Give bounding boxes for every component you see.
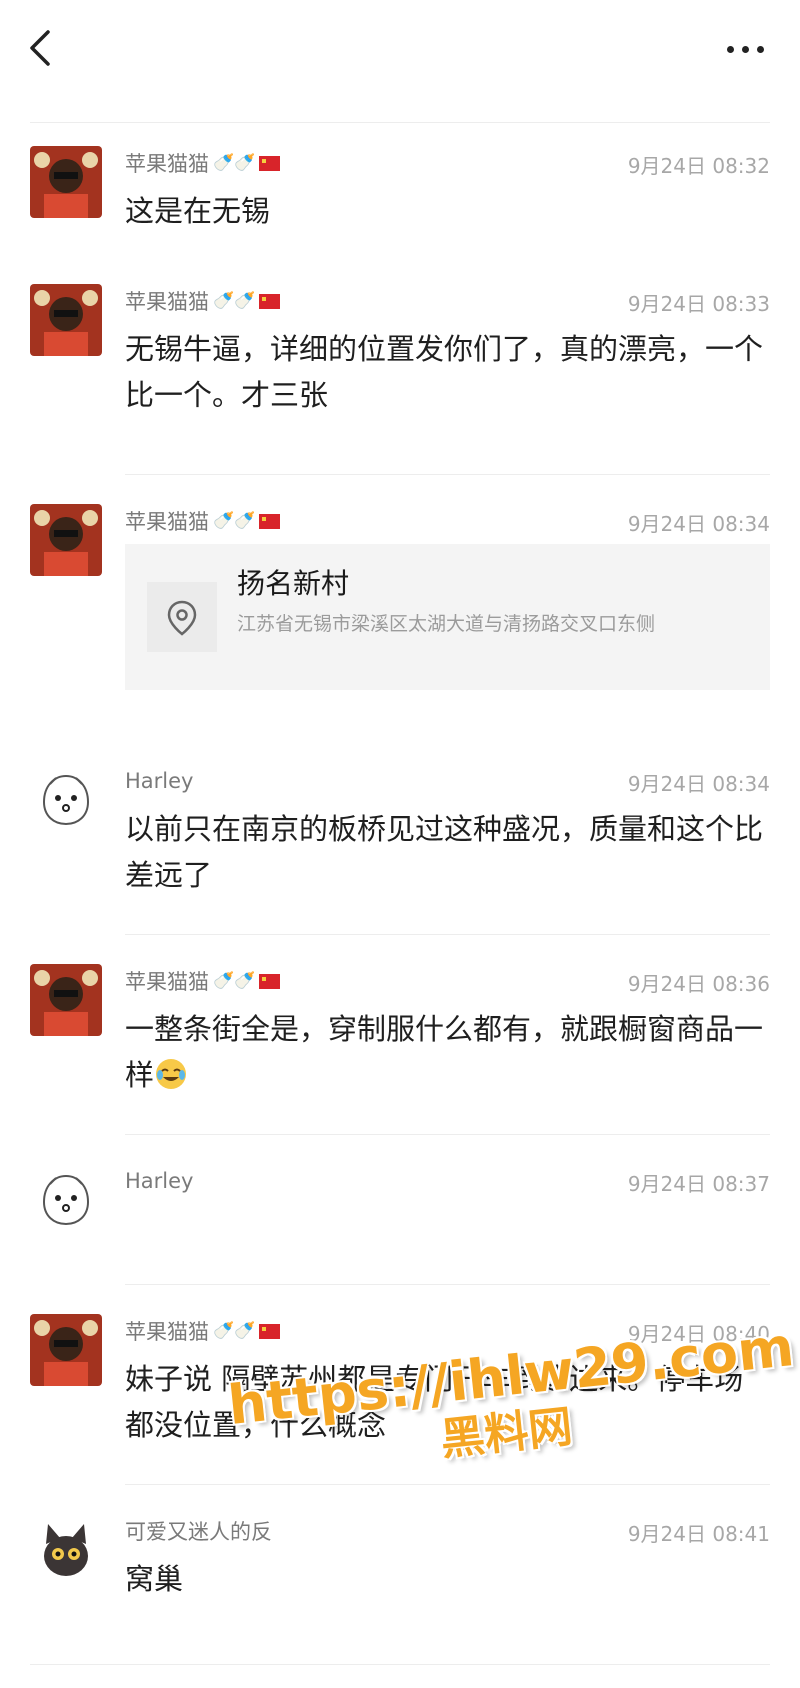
comment-item: 苹果猫猫 🍼🍼 9月24日 08:34 扬名新村 江苏省无锡市梁溪区太湖大道与清…: [0, 504, 800, 704]
comment-item: 苹果猫猫 🍼🍼 9月24日 08:33 无锡牛逼，详细的位置发你们了，真的漂亮，…: [0, 284, 800, 434]
bottle-badge-icon: 🍼🍼: [213, 152, 256, 173]
comment-text: 以前只在南京的板桥见过这种盛况，质量和这个比差远了: [125, 812, 764, 892]
divider: [125, 934, 770, 935]
timestamp: 9月24日 08:34: [627, 512, 770, 536]
avatar[interactable]: [30, 1164, 102, 1236]
timestamp: 9月24日 08:32: [627, 154, 770, 178]
avatar[interactable]: [30, 964, 102, 1036]
comment-text-body: 一整条街全是，穿制服什么都有，就跟橱窗商品一样: [125, 1012, 764, 1092]
comment-text: 无锡牛逼，详细的位置发你们了，真的漂亮，一个比一个。才三张: [125, 332, 764, 412]
bottle-badge-icon: 🍼🍼: [213, 510, 256, 531]
author-name[interactable]: 苹果猫猫: [125, 966, 209, 996]
flag-icon: [259, 1323, 281, 1339]
bottle-badge-icon: 🍼🍼: [213, 970, 256, 991]
comment-text: 妹子说 隔壁苏州都是专门开车到这边来。停车场都没位置，什么概念: [125, 1362, 744, 1442]
flag-icon: [259, 155, 281, 171]
divider: [125, 1484, 770, 1485]
comment-item: 苹果猫猫 🍼🍼 9月24日 08:32 这是在无锡: [0, 146, 800, 246]
author-name[interactable]: Harley: [125, 1169, 193, 1193]
avatar[interactable]: [30, 504, 102, 576]
more-dots-icon: [720, 46, 770, 53]
divider: [30, 122, 770, 123]
timestamp: 9月24日 08:34: [627, 772, 770, 796]
timestamp: 9月24日 08:36: [627, 972, 770, 996]
divider: [125, 1284, 770, 1285]
author-name[interactable]: 苹果猫猫: [125, 506, 209, 536]
avatar[interactable]: [30, 284, 102, 356]
flag-icon: [259, 293, 281, 309]
top-bar: [0, 0, 800, 100]
timestamp: 9月24日 08:41: [627, 1522, 770, 1546]
location-address: 江苏省无锡市梁溪区太湖大道与清扬路交叉口东侧: [237, 613, 656, 635]
divider: [30, 1664, 770, 1665]
comment-text: 这是在无锡: [125, 194, 271, 228]
timestamp: 9月24日 08:33: [627, 292, 770, 316]
more-button[interactable]: [720, 30, 770, 66]
location-title: 扬名新村: [237, 567, 350, 600]
comment-item: 苹果猫猫 🍼🍼 9月24日 08:36 一整条街全是，穿制服什么都有，就跟橱窗商…: [0, 964, 800, 1114]
comment-item: 苹果猫猫 🍼🍼 9月24日 08:40 妹子说 隔壁苏州都是专门开车到这边来。停…: [0, 1314, 800, 1464]
location-card[interactable]: 扬名新村 江苏省无锡市梁溪区太湖大道与清扬路交叉口东侧: [125, 544, 770, 690]
avatar[interactable]: [30, 146, 102, 218]
location-pin-icon: [147, 582, 217, 652]
flag-icon: [259, 973, 281, 989]
avatar[interactable]: [30, 1314, 102, 1386]
comment-item: 可爱又迷人的反 9月24日 08:41 窝巢: [0, 1514, 800, 1634]
chevron-left-icon: [30, 30, 50, 66]
bottle-badge-icon: 🍼🍼: [213, 1320, 256, 1341]
laughing-crying-emoji-icon: [156, 1059, 187, 1089]
avatar[interactable]: [30, 1514, 102, 1586]
author-name[interactable]: 苹果猫猫: [125, 1316, 209, 1346]
author-name[interactable]: 可爱又迷人的反: [125, 1516, 272, 1546]
comment-item: Harley 9月24日 08:34 以前只在南京的板桥见过这种盛况，质量和这个…: [0, 764, 800, 914]
author-name[interactable]: 苹果猫猫: [125, 148, 209, 178]
avatar[interactable]: [30, 764, 102, 836]
author-name[interactable]: Harley: [125, 769, 193, 793]
back-button[interactable]: [22, 28, 62, 68]
timestamp: 9月24日 08:37: [627, 1172, 770, 1196]
comment-item: Harley 9月24日 08:37: [0, 1164, 800, 1284]
timestamp: 9月24日 08:40: [627, 1322, 770, 1346]
bottle-badge-icon: 🍼🍼: [213, 290, 256, 311]
divider: [125, 474, 770, 475]
author-name[interactable]: 苹果猫猫: [125, 286, 209, 316]
comment-text: 窝巢: [125, 1562, 184, 1596]
flag-icon: [259, 513, 281, 529]
divider: [125, 1134, 770, 1135]
comment-text: 一整条街全是，穿制服什么都有，就跟橱窗商品一样: [125, 1006, 770, 1098]
